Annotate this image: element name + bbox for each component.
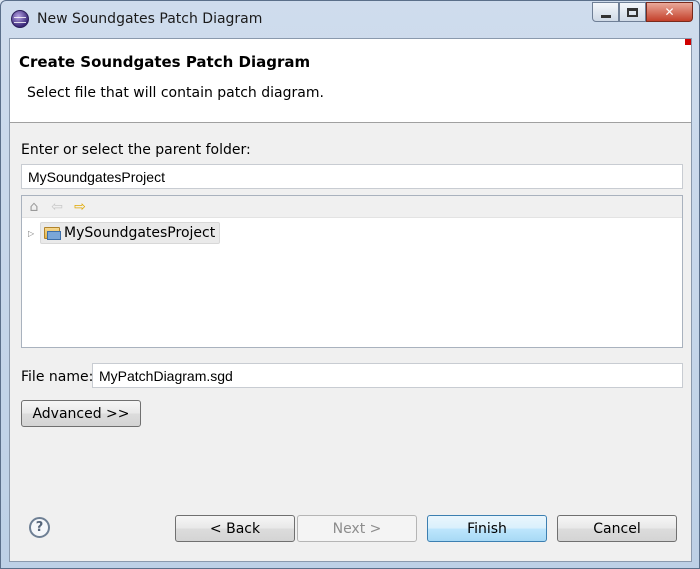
tree-row[interactable]: ▷ MySoundgatesProject	[28, 222, 221, 244]
home-icon[interactable]: ⌂	[26, 199, 42, 215]
parent-folder-label: Enter or select the parent folder:	[21, 142, 251, 158]
minimize-button[interactable]	[592, 2, 619, 22]
close-icon: ✕	[664, 5, 675, 19]
cancel-button[interactable]: Cancel	[557, 515, 677, 542]
folder-tree[interactable]: ⌂ ⇦ ⇨ ▷ MySoundgatesProject	[21, 195, 683, 348]
advanced-button[interactable]: Advanced >>	[21, 400, 141, 427]
close-button[interactable]: ✕	[646, 2, 693, 22]
eclipse-app-icon	[11, 10, 29, 28]
next-button[interactable]: Next >	[297, 515, 417, 542]
page-description: Select file that will contain patch diag…	[27, 85, 324, 101]
file-name-label: File name:	[21, 369, 94, 385]
tree-item-label: MySoundgatesProject	[64, 225, 216, 241]
back-button[interactable]: < Back	[175, 515, 295, 542]
tree-item-project[interactable]: MySoundgatesProject	[40, 222, 221, 244]
corner-marker	[685, 39, 691, 45]
folder-open-icon	[44, 227, 61, 240]
page-title: Create Soundgates Patch Diagram	[19, 53, 311, 71]
wizard-header: Create Soundgates Patch Diagram Select f…	[10, 39, 691, 123]
maximize-button[interactable]	[619, 2, 646, 22]
expand-icon[interactable]: ▷	[28, 229, 40, 238]
dialog-body: Create Soundgates Patch Diagram Select f…	[9, 38, 692, 562]
minimize-icon	[600, 14, 611, 18]
back-arrow-icon[interactable]: ⇦	[49, 199, 65, 215]
forward-arrow-icon[interactable]: ⇨	[72, 199, 88, 215]
title-bar[interactable]: New Soundgates Patch Diagram ✕	[1, 1, 699, 37]
wizard-window: New Soundgates Patch Diagram ✕ Create So…	[0, 0, 700, 569]
file-name-input[interactable]	[92, 363, 683, 388]
window-title: New Soundgates Patch Diagram	[37, 11, 263, 27]
tree-toolbar: ⌂ ⇦ ⇨	[22, 196, 682, 218]
maximize-icon	[627, 7, 638, 17]
parent-folder-input[interactable]	[21, 164, 683, 189]
window-controls: ✕	[592, 2, 693, 24]
help-icon[interactable]: ?	[29, 517, 50, 538]
finish-button[interactable]: Finish	[427, 515, 547, 542]
